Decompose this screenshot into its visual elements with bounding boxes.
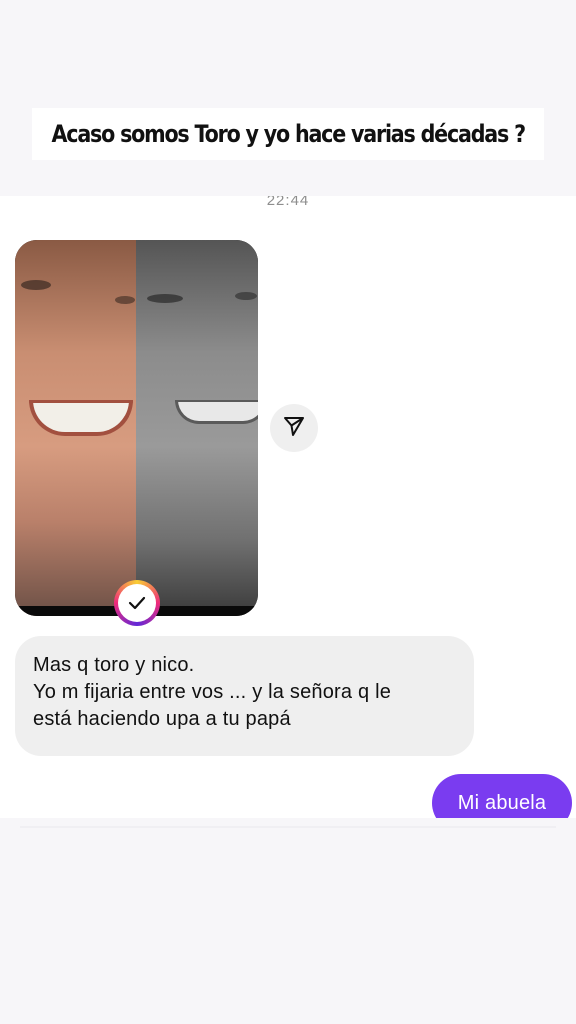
story-bottom-area: [0, 818, 576, 1024]
send-icon: [282, 414, 306, 443]
received-message-line: Yo m fijaria entre vos ... y la señora q…: [33, 681, 392, 703]
story-caption: Acaso somos Toro y yo hace varias década…: [32, 108, 544, 160]
photo-detail: [21, 280, 51, 290]
check-icon: [118, 584, 156, 622]
seen-badge: [114, 580, 160, 626]
received-message-line: está haciendo upa a tu papá: [33, 708, 291, 730]
caption-text: Acaso somos Toro y yo hace varias década…: [51, 120, 526, 148]
photo-detail: [115, 296, 135, 304]
sent-message-text: Mi abuela: [457, 791, 547, 814]
photo-message[interactable]: [15, 240, 258, 616]
received-message-line: Mas q toro y nico.: [33, 654, 195, 676]
photo-detail: [235, 292, 257, 300]
divider: [20, 826, 556, 828]
message-timestamp: 22:44: [266, 196, 310, 209]
received-message[interactable]: Mas q toro y nico. Yo m fijaria entre vo…: [15, 636, 474, 756]
photo-detail: [175, 400, 258, 424]
sent-message[interactable]: Mi abuela: [432, 774, 572, 818]
chat-screenshot: 22:44 Mas q toro y nico. Yo m fijaria en…: [0, 196, 576, 818]
share-button[interactable]: [270, 404, 318, 452]
photo-detail: [147, 294, 183, 303]
